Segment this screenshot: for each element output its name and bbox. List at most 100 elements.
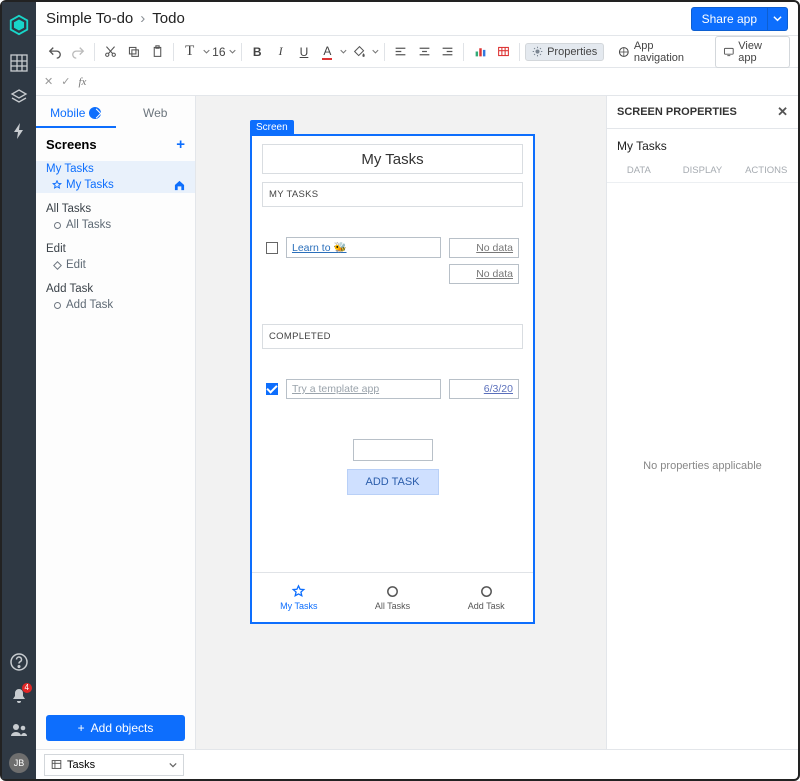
sidebar-tabs: Mobile Web (36, 96, 195, 128)
align-left-button[interactable] (390, 41, 411, 63)
sidebar-item-all-tasks[interactable]: All Tasks (36, 201, 195, 217)
task-row-done[interactable]: Try a template app 6/3/20 (266, 379, 519, 399)
app-navigation-label: App navigation (634, 40, 705, 64)
notifications-badge: 4 (22, 683, 32, 693)
formatting-toolbar: T 16 B I U A Properties App navigation (36, 36, 798, 68)
sidebar-sub-my-tasks[interactable]: My Tasks (36, 177, 195, 193)
app-logo (8, 14, 30, 36)
column-chart-button[interactable] (469, 41, 490, 63)
grid-icon[interactable] (9, 53, 29, 73)
properties-empty: No properties applicable (607, 183, 798, 749)
bold-button[interactable]: B (246, 41, 267, 63)
breadcrumb-app[interactable]: Simple To-do (46, 10, 133, 27)
nav-all-tasks[interactable]: All Tasks (346, 573, 440, 622)
undo-button[interactable] (44, 41, 65, 63)
properties-panel: SCREEN PROPERTIES ✕ My Tasks DATA DISPLA… (606, 96, 798, 749)
screens-sidebar: Mobile Web Screens + My Tasks My Tasks A… (36, 96, 196, 749)
share-app-dropdown[interactable] (768, 7, 788, 31)
checkbox-unchecked[interactable] (266, 242, 278, 254)
bolt-icon[interactable] (9, 121, 29, 141)
app-navigation-button[interactable]: App navigation (612, 38, 710, 66)
layers-icon[interactable] (9, 87, 29, 107)
nav-add-task[interactable]: Add Task (439, 573, 533, 622)
cut-button[interactable] (100, 41, 121, 63)
checkbox-checked[interactable] (266, 383, 278, 395)
breadcrumb-page[interactable]: Todo (152, 10, 185, 27)
sheet-selector[interactable]: Tasks (44, 754, 184, 776)
new-task-input[interactable] (353, 439, 433, 461)
share-app-button[interactable]: Share app (691, 7, 768, 31)
italic-button[interactable]: I (270, 41, 291, 63)
font-size[interactable]: 16 (212, 45, 235, 59)
task-text-field[interactable]: Learn to 🐝 (286, 237, 441, 258)
sidebar-sub-add-task[interactable]: Add Task (36, 297, 195, 313)
chevron-down-icon[interactable] (202, 41, 210, 63)
section-my-tasks-label[interactable]: MY TASKS (262, 182, 523, 207)
add-task-button[interactable]: ADD TASK (347, 469, 439, 495)
avatar[interactable]: JB (9, 753, 29, 773)
view-app-button[interactable]: View app (715, 36, 790, 68)
nav-my-tasks[interactable]: My Tasks (252, 573, 346, 622)
copy-button[interactable] (123, 41, 144, 63)
sidebar-item-add-task[interactable]: Add Task (36, 281, 195, 297)
close-icon[interactable]: ✕ (44, 75, 53, 88)
left-rail: 4 JB (2, 2, 36, 779)
sidebar-item-edit[interactable]: Edit (36, 241, 195, 257)
accept-icon[interactable]: ✓ (61, 75, 70, 88)
sheet-selector-label: Tasks (67, 759, 95, 771)
link-icon (89, 107, 101, 119)
section-completed-label[interactable]: COMPLETED (262, 324, 523, 349)
task-date-field[interactable]: 6/3/20 (449, 379, 519, 399)
people-icon[interactable] (9, 720, 29, 740)
redo-button[interactable] (67, 41, 88, 63)
tab-mobile[interactable]: Mobile (36, 106, 116, 128)
task-row-open[interactable]: Learn to 🐝 No data (266, 237, 519, 258)
task-text-field[interactable]: Try a template app (286, 379, 441, 399)
font-size-value: 16 (212, 45, 225, 59)
align-center-button[interactable] (414, 41, 435, 63)
sidebar-sub-all-tasks[interactable]: All Tasks (36, 217, 195, 233)
tab-display[interactable]: DISPLAY (671, 159, 735, 182)
sidebar-sub-edit[interactable]: Edit (36, 257, 195, 273)
sidebar-item-my-tasks[interactable]: My Tasks (36, 161, 195, 177)
star-icon (52, 180, 62, 190)
fx-label: fx (78, 76, 86, 88)
fill-color-button[interactable] (349, 41, 370, 63)
help-icon[interactable] (9, 652, 29, 672)
screens-heading: Screens + (36, 128, 195, 157)
tab-actions[interactable]: ACTIONS (734, 159, 798, 182)
align-right-button[interactable] (437, 41, 458, 63)
add-screen-button[interactable]: + (176, 136, 185, 153)
plus-icon: + (78, 721, 85, 735)
add-objects-button[interactable]: + Add objects (46, 715, 185, 741)
task-meta-field[interactable]: No data (449, 238, 519, 258)
notifications-icon[interactable]: 4 (9, 686, 29, 706)
top-bar: Simple To-do › Todo Share app (36, 2, 798, 36)
device-preview[interactable]: My Tasks MY TASKS Learn to 🐝 No data No … (250, 134, 535, 624)
underline-button[interactable]: U (293, 41, 314, 63)
text-style-button[interactable]: T (179, 41, 200, 63)
properties-tabs: DATA DISPLAY ACTIONS (607, 159, 798, 183)
chevron-down-icon[interactable] (340, 48, 347, 55)
canvas[interactable]: Screen My Tasks MY TASKS Learn to 🐝 No d… (196, 96, 798, 749)
main-column: Simple To-do › Todo Share app T 16 B I U… (36, 2, 798, 779)
properties-toggle[interactable]: Properties (525, 43, 604, 61)
breadcrumb: Simple To-do › Todo (46, 10, 185, 27)
home-icon (174, 180, 185, 191)
page-title[interactable]: My Tasks (262, 144, 523, 174)
chevron-down-icon (169, 761, 177, 769)
task-row-open-secondary[interactable]: No data (266, 264, 519, 284)
circle-icon (52, 220, 62, 230)
tab-data[interactable]: DATA (607, 159, 671, 182)
properties-header-label: SCREEN PROPERTIES (617, 106, 737, 118)
font-color-button[interactable]: A (317, 41, 338, 63)
paste-button[interactable] (147, 41, 168, 63)
chevron-down-icon[interactable] (372, 48, 379, 55)
tab-web[interactable]: Web (116, 106, 196, 128)
formula-input[interactable] (94, 81, 790, 82)
circle-icon (52, 300, 62, 310)
close-icon[interactable]: ✕ (777, 104, 788, 120)
task-meta-field[interactable]: No data (449, 264, 519, 284)
screens-heading-label: Screens (46, 137, 97, 152)
table-button[interactable] (493, 41, 514, 63)
